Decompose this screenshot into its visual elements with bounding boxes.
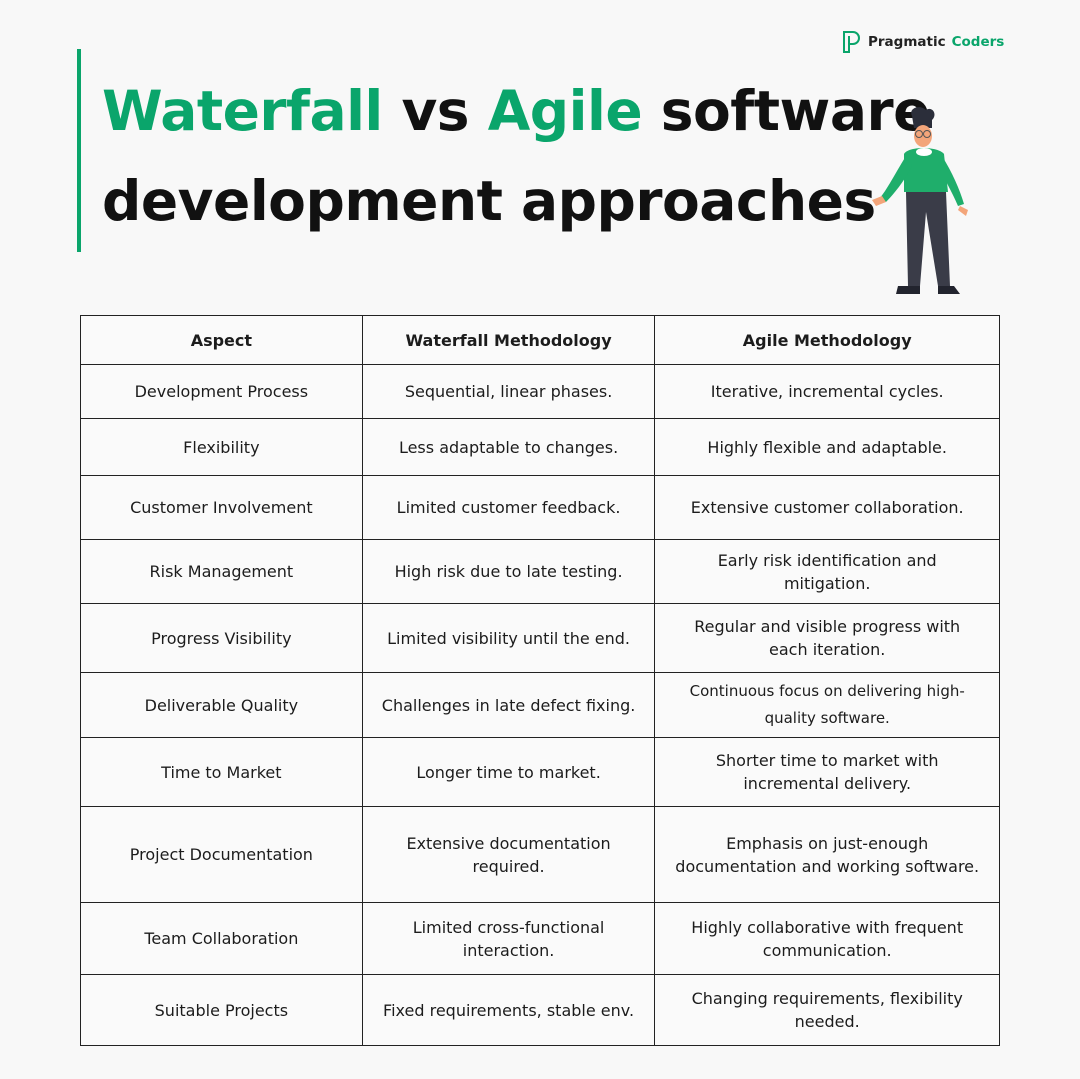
table-row: Customer Involvement Limited customer fe… <box>80 475 1000 540</box>
cell-agile: Highly flexible and adaptable. <box>654 418 1000 476</box>
brand-name-part1: Pragmatic <box>868 34 946 50</box>
cell-waterfall: Limited customer feedback. <box>361 475 656 540</box>
cell-agile: Continuous focus on delivering high-qual… <box>654 672 1000 738</box>
cell-aspect: Progress Visibility <box>80 603 363 673</box>
table-header-row: Aspect Waterfall Methodology Agile Metho… <box>80 315 1000 365</box>
table-row: Team Collaboration Limited cross-functio… <box>80 902 1000 975</box>
cell-aspect: Customer Involvement <box>80 475 363 540</box>
title-agile: Agile <box>487 79 643 143</box>
cell-agile: Changing requirements, flexibility neede… <box>654 974 1000 1046</box>
title-line2: development approaches <box>102 169 876 233</box>
cell-waterfall: Limited cross-functional interaction. <box>361 902 656 975</box>
cell-aspect: Deliverable Quality <box>80 672 363 738</box>
header-agile: Agile Methodology <box>654 315 1000 365</box>
pragmatic-coders-logo-icon <box>843 31 860 53</box>
cell-waterfall: Longer time to market. <box>361 737 656 807</box>
cell-aspect: Development Process <box>80 364 363 419</box>
title-accent-bar <box>77 49 81 252</box>
cell-agile: Iterative, incremental cycles. <box>654 364 1000 419</box>
table-row: Risk Management High risk due to late te… <box>80 539 1000 604</box>
page-title: Waterfall vs Agile software development … <box>102 66 930 246</box>
cell-agile: Early risk identification and mitigation… <box>654 539 1000 604</box>
brand-logo: Pragmatic Coders <box>842 30 1004 54</box>
title-vs: vs <box>382 79 488 143</box>
cell-aspect: Time to Market <box>80 737 363 807</box>
table-row: Progress Visibility Limited visibility u… <box>80 603 1000 673</box>
table-row: Flexibility Less adaptable to changes. H… <box>80 418 1000 476</box>
person-standing-shrugging-illustration <box>872 107 968 294</box>
header-aspect: Aspect <box>80 315 363 365</box>
table-row: Development Process Sequential, linear p… <box>80 364 1000 419</box>
brand-name-part2: Coders <box>951 34 1005 50</box>
table-row: Deliverable Quality Challenges in late d… <box>80 672 1000 738</box>
table-row: Suitable Projects Fixed requirements, st… <box>80 974 1000 1046</box>
cell-waterfall: Extensive documentation required. <box>361 806 656 903</box>
cell-aspect: Project Documentation <box>80 806 363 903</box>
cell-waterfall: Challenges in late defect fixing. <box>361 672 656 738</box>
title-waterfall: Waterfall <box>102 79 383 143</box>
cell-aspect: Flexibility <box>80 418 363 476</box>
cell-aspect: Risk Management <box>80 539 363 604</box>
cell-waterfall: Limited visibility until the end. <box>361 603 656 673</box>
cell-waterfall: Sequential, linear phases. <box>361 364 656 419</box>
cell-agile: Emphasis on just-enough documentation an… <box>654 806 1000 903</box>
table-row: Project Documentation Extensive document… <box>80 806 1000 903</box>
cell-agile: Shorter time to market with incremental … <box>654 737 1000 807</box>
cell-agile: Regular and visible progress with each i… <box>654 603 1000 673</box>
table-row: Time to Market Longer time to market. Sh… <box>80 737 1000 807</box>
cell-waterfall: Less adaptable to changes. <box>361 418 656 476</box>
cell-agile: Highly collaborative with frequent commu… <box>654 902 1000 975</box>
cell-aspect: Suitable Projects <box>80 974 363 1046</box>
cell-waterfall: High risk due to late testing. <box>361 539 656 604</box>
cell-agile: Extensive customer collaboration. <box>654 475 1000 540</box>
cell-waterfall: Fixed requirements, stable env. <box>361 974 656 1046</box>
comparison-table: Aspect Waterfall Methodology Agile Metho… <box>80 315 1000 1046</box>
cell-aspect: Team Collaboration <box>80 902 363 975</box>
header-waterfall: Waterfall Methodology <box>361 315 656 365</box>
